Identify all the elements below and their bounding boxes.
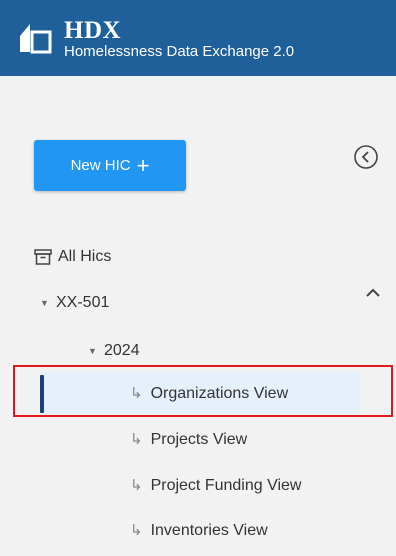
coc-label: XX-501 — [56, 294, 110, 311]
view-label: Project Funding View — [150, 477, 302, 494]
all-hics-label: All Hics — [58, 248, 112, 265]
sub-arrow-icon: ↳ — [130, 431, 143, 448]
archive-icon — [34, 249, 52, 265]
collapse-sidebar-icon[interactable] — [353, 144, 379, 170]
app-header: HDX Homelessness Data Exchange 2.0 — [0, 0, 396, 76]
chevron-up-icon[interactable] — [364, 286, 382, 300]
view-item-project-funding[interactable]: ↳ Project Funding View — [130, 475, 301, 497]
brand-subtitle: Homelessness Data Exchange 2.0 — [64, 43, 295, 60]
new-hic-label: New HIC — [70, 157, 131, 174]
year-node[interactable]: ▼ 2024 — [88, 340, 140, 362]
view-item-organizations[interactable]: ↳ Organizations View — [130, 383, 288, 405]
caret-down-icon: ▼ — [88, 346, 97, 356]
caret-down-icon: ▼ — [40, 298, 49, 308]
view-item-projects[interactable]: ↳ Projects View — [130, 429, 247, 451]
view-label: Organizations View — [150, 385, 289, 402]
year-label: 2024 — [104, 342, 140, 359]
new-hic-button[interactable]: New HIC + — [34, 140, 186, 191]
sub-arrow-icon: ↳ — [130, 522, 143, 539]
coc-node[interactable]: ▼ XX-501 — [40, 292, 109, 314]
sub-arrow-icon: ↳ — [130, 385, 143, 402]
plus-icon: + — [136, 152, 150, 178]
view-item-inventories[interactable]: ↳ Inventories View — [130, 520, 268, 542]
brand-name: HDX — [64, 17, 122, 44]
active-indicator — [40, 375, 44, 413]
all-hics-link[interactable]: All Hics — [34, 246, 111, 268]
view-label: Inventories View — [150, 522, 268, 539]
view-label: Projects View — [150, 431, 248, 448]
house-logo-icon — [20, 24, 52, 54]
sub-arrow-icon: ↳ — [130, 477, 143, 494]
